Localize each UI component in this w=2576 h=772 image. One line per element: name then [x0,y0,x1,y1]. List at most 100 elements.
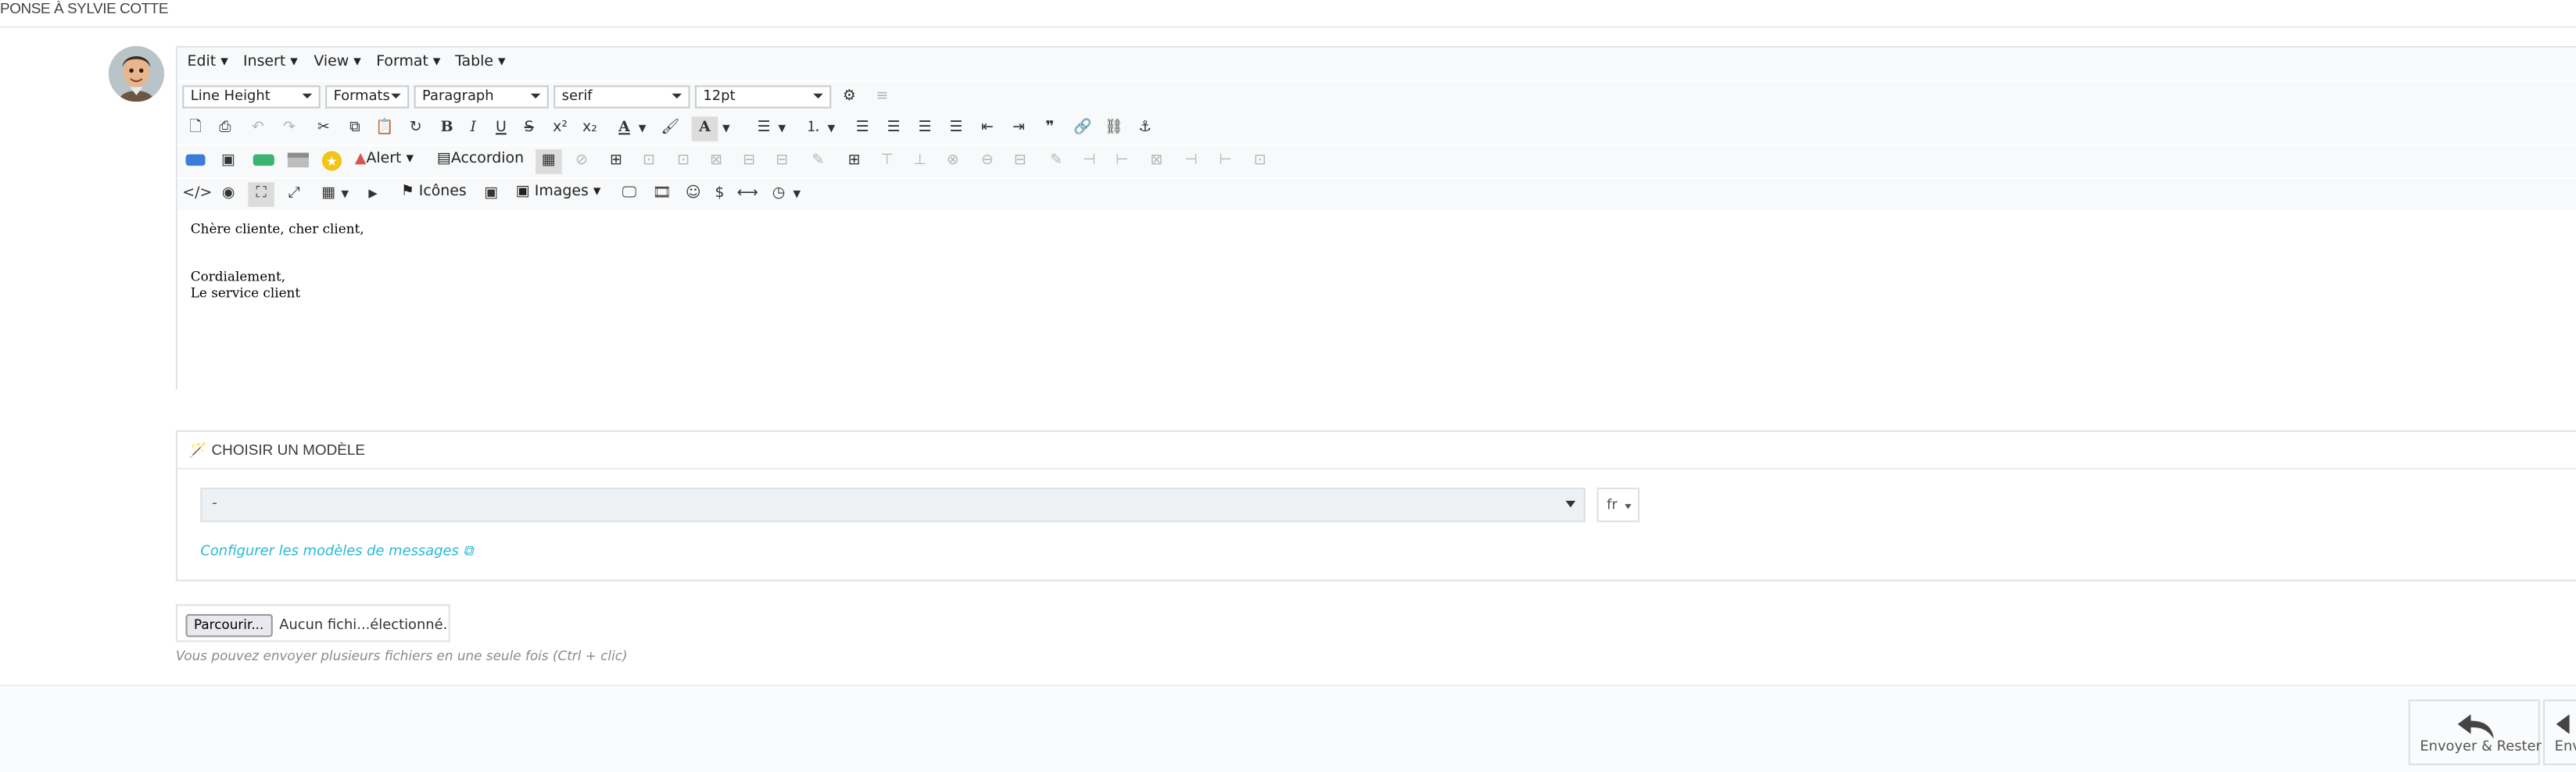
configure-templates-link[interactable]: Configurer les modèles de messages ⧉ [200,544,473,560]
blockquote-icon[interactable]: ❞ [1037,116,1063,141]
formats-select[interactable]: Formats [325,85,410,109]
button-icon[interactable] [249,149,276,174]
panel-icon[interactable] [285,149,311,174]
superscript-icon[interactable]: x² [547,116,574,141]
horizontal-rule-icon[interactable]: ⟷ [734,182,761,207]
chevron-down-icon[interactable]: ▼ [719,116,733,141]
new-document-icon[interactable]: 🗋 [182,116,209,141]
col-insert-after-icon[interactable]: ⊢ [1109,149,1135,174]
font-family-select[interactable]: serif [554,85,690,109]
numbered-list-icon[interactable]: ⒈ [800,116,826,141]
fullscreen-icon[interactable]: ⤢ [281,182,307,207]
italic-icon[interactable]: I [460,116,486,141]
cell-props-icon[interactable]: ⊟ [736,149,762,174]
table-insert-icon[interactable]: ⊞ [603,149,629,174]
cut-icon[interactable]: ✂ [310,116,337,141]
col-copy-icon[interactable]: ⊡ [1247,149,1274,174]
chevron-down-icon[interactable]: ▼ [776,116,789,141]
menu-format[interactable]: Format ▾ [376,54,440,70]
row-copy-icon[interactable]: ⊟ [1007,149,1034,174]
file-upload[interactable]: Parcourir... Aucun fichi...électionné. [175,604,450,642]
cell-delete-icon[interactable]: ⊟ [769,149,795,174]
picture-icon[interactable]: ▣ [478,182,505,207]
cell-merge-icon[interactable]: ⊡ [670,149,697,174]
align-center-icon[interactable]: ☰ [880,116,907,141]
block-format-select[interactable]: Paragraph [414,85,549,109]
bullet-list-icon[interactable]: ☰ [751,116,777,141]
align-left-icon[interactable]: ☰ [849,116,876,141]
underline-icon[interactable]: U [488,116,514,141]
align-right-icon[interactable]: ☰ [912,116,938,141]
language-select[interactable]: fr [1596,488,1640,523]
send-button[interactable]: Env [2542,699,2576,766]
print-icon[interactable]: ⎙ [212,116,238,141]
paint-brush-icon[interactable]: 🖌 [657,116,684,141]
subscript-icon[interactable]: x₂ [577,116,604,141]
line-height-select[interactable]: Line Height [182,85,321,109]
star-icon[interactable]: ★ [319,149,346,174]
images-dropdown[interactable]: ▣ Images ▾ [516,184,601,200]
table-props-icon[interactable]: ⊘ [568,149,595,174]
greeting-line: Chère cliente, cher client, [190,221,364,237]
indent-icon[interactable]: ⇥ [1005,116,1032,141]
chevron-down-icon [530,93,541,99]
edit-icon[interactable]: ✎ [805,149,832,174]
cell-icon[interactable]: ⊡ [636,149,662,174]
anchor-icon[interactable]: ⚓ [1132,116,1159,141]
outdent-icon[interactable]: ⇤ [974,116,1001,141]
send-and-stay-button[interactable]: Envoyer & Rester [2408,699,2542,766]
menu-table[interactable]: Table ▾ [455,54,505,70]
editor-content[interactable]: Chère cliente, cher client, Cordialement… [177,212,2576,390]
row-paste-icon[interactable]: ✎ [1043,149,1069,174]
font-size-select[interactable]: 12pt [694,85,832,109]
table-edit-icon[interactable]: ⊞ [841,149,868,174]
copy-icon[interactable]: ⧉ [342,116,368,141]
code-icon[interactable]: </> [182,182,212,207]
emoticon-icon[interactable]: ☺ [680,182,707,207]
template-select[interactable]: - [200,488,1585,523]
menu-edit[interactable]: Edit ▾ [188,54,228,70]
cell-split-icon[interactable]: ⊠ [703,149,729,174]
refresh-icon[interactable]: ↻ [403,116,429,141]
col-delete-icon[interactable]: ⊠ [1144,149,1170,174]
col-paste-icon[interactable]: ⊢ [1213,149,1239,174]
badge-icon[interactable] [182,149,209,174]
menu-view[interactable]: View ▾ [313,54,360,70]
dollar-icon[interactable]: $ [707,182,733,207]
row-insert-after-icon[interactable]: ⊥ [907,149,933,174]
bold-icon[interactable]: B [434,116,460,141]
chevron-down-icon[interactable]: ▼ [636,116,649,141]
align-justify-icon[interactable]: ☰ [943,116,969,141]
row-cut-icon[interactable]: ⊖ [974,149,1001,174]
link-icon[interactable]: 🔗 [1069,116,1096,141]
preview-eye-icon[interactable]: ◉ [215,182,242,207]
background-color-icon[interactable]: A [691,116,718,141]
undo-icon[interactable]: ↶ [245,116,271,141]
strikethrough-icon[interactable]: S [516,116,543,141]
chevron-down-icon[interactable]: ▼ [790,182,804,207]
browse-button[interactable]: Parcourir... [185,613,272,638]
menu-insert[interactable]: Insert ▾ [243,54,298,70]
alert-dropdown[interactable]: ▲Alert ▾ [355,151,414,167]
chevron-down-icon[interactable]: ▼ [825,116,838,141]
col-cut-icon[interactable]: ⊣ [1178,149,1205,174]
image-icon[interactable]: ▣ [215,149,242,174]
clock-icon[interactable]: ◷ [765,182,792,207]
row-insert-before-icon[interactable]: ⊤ [874,149,901,174]
chevron-down-icon[interactable]: ▼ [339,182,352,207]
redo-icon[interactable]: ↷ [276,116,303,141]
row-delete-icon[interactable]: ⊗ [940,149,966,174]
unlink-icon[interactable]: ⛓ [1101,116,1127,141]
table-grid-icon[interactable]: ▦ [536,149,562,174]
accordion-button[interactable]: ▤Accordion [437,151,524,167]
paste-icon[interactable]: 📋 [371,116,398,141]
monitor-icon[interactable]: 🖵 [616,182,643,207]
icons-button[interactable]: ⚑ Icônes [401,184,467,200]
settings-icon[interactable]: ⚙ [837,85,863,110]
hamburger-icon[interactable]: ≡ [869,85,896,110]
film-icon[interactable]: 🎞 [649,182,675,207]
font-color-icon[interactable]: A [611,116,638,141]
col-insert-before-icon[interactable]: ⊣ [1076,149,1102,174]
youtube-icon[interactable]: ▶ [360,182,386,207]
visual-blocks-icon[interactable]: ⛶ [248,182,274,207]
